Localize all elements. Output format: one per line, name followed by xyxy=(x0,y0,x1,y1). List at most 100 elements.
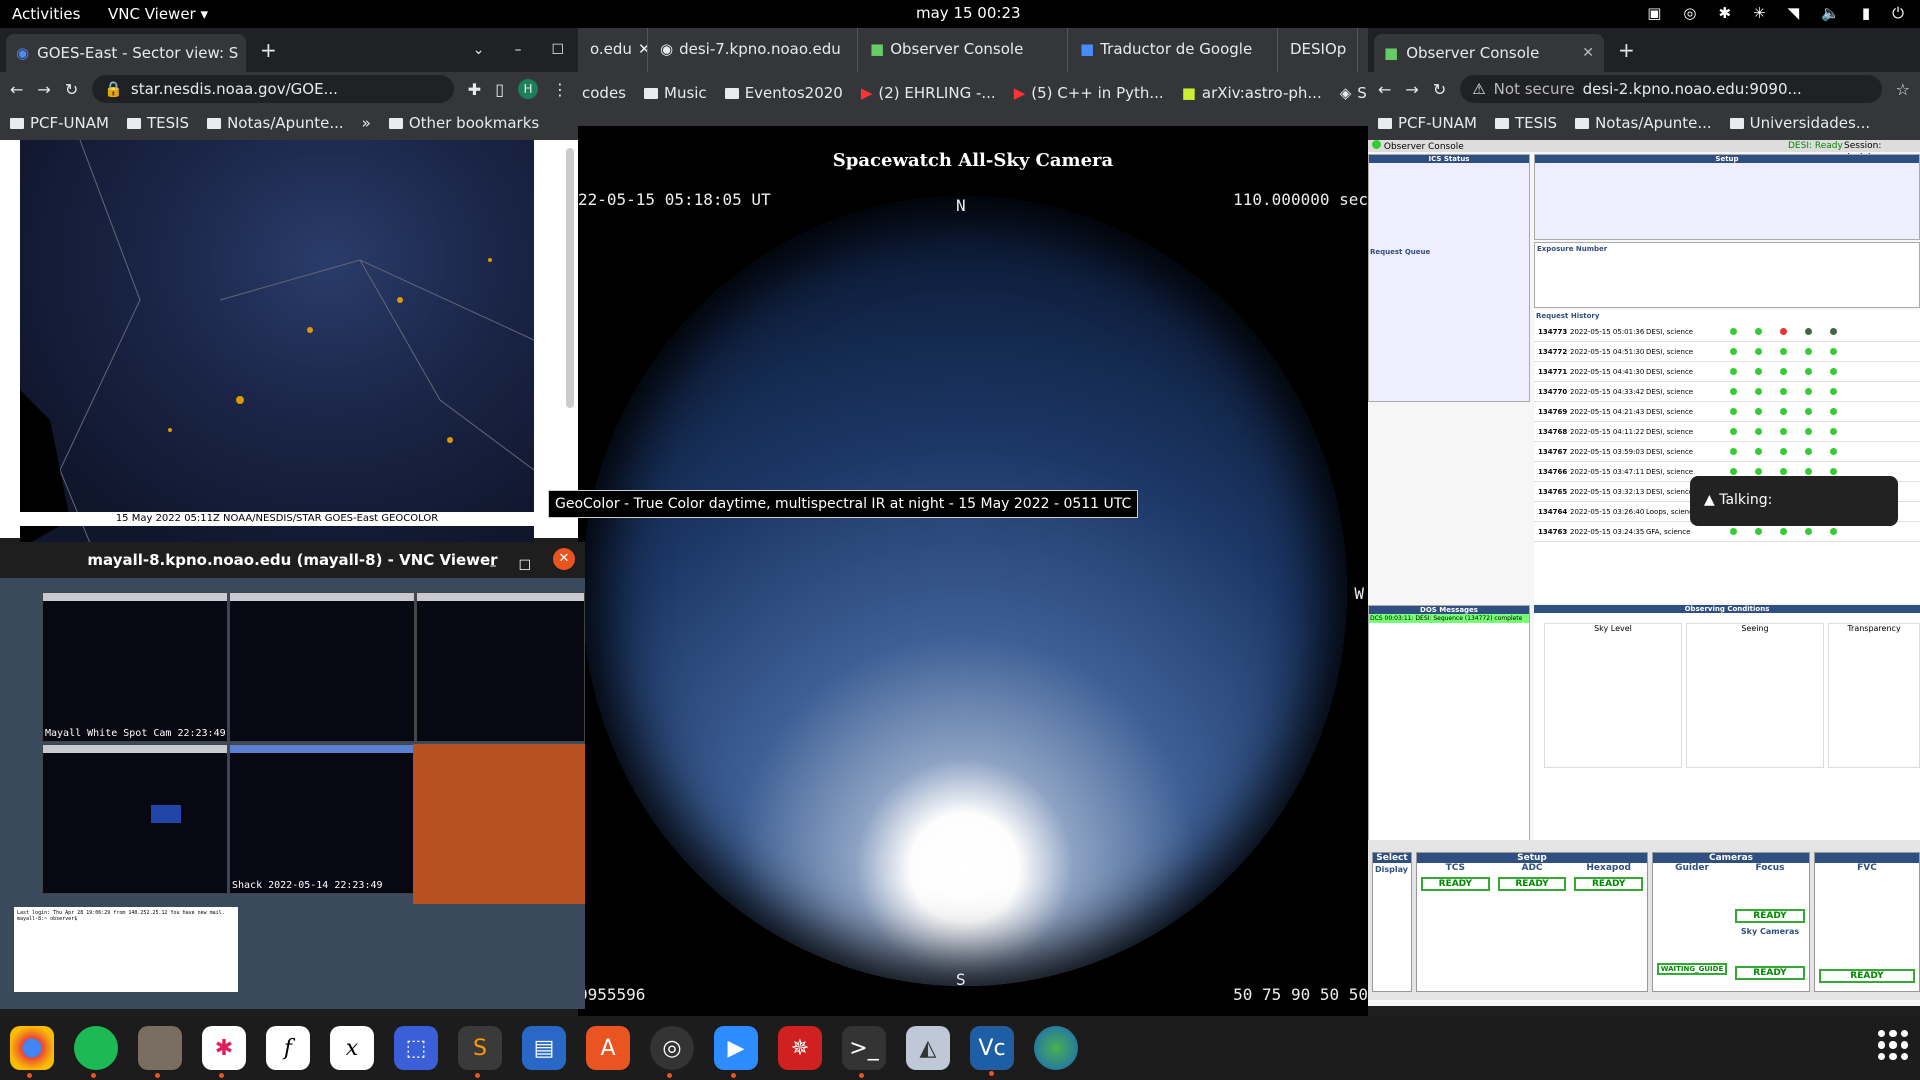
request-row[interactable]: 134768 2022-05-15 04:11:22 DESI, science xyxy=(1534,422,1920,442)
battery-icon[interactable]: ▮ xyxy=(1862,4,1870,22)
request-row[interactable]: 134773 2022-05-15 05:01:36 DESI, science xyxy=(1534,322,1920,342)
bookmark-tesis[interactable]: TESIS xyxy=(1494,114,1557,132)
vnc-window-controls: – ☐ ✕ xyxy=(489,548,575,584)
tab-observer-console[interactable]: ■ Observer Console xyxy=(858,28,1068,72)
request-row[interactable]: 134772 2022-05-15 04:51:30 DESI, science xyxy=(1534,342,1920,362)
setup-title: Setup xyxy=(1535,155,1919,163)
vnc-icon[interactable]: Vc xyxy=(970,1026,1014,1076)
chevron-right-icon[interactable]: » xyxy=(362,114,371,132)
forward-icon[interactable]: → xyxy=(1405,80,1418,99)
terminal-window[interactable]: Last login: Thu Apr 28 19:06:29 from 140… xyxy=(14,907,238,992)
activities-button[interactable]: Activities xyxy=(12,5,80,23)
bookmark-arxiv[interactable]: ■ arXiv:astro-ph... xyxy=(1182,84,1322,102)
tab-label: DESIOp xyxy=(1290,40,1347,58)
bookmark-ehrling[interactable]: ▶ (2) EHRLING -... xyxy=(861,84,996,102)
bookmark-notas[interactable]: Notas/Apunte... xyxy=(1575,114,1712,132)
folder-icon xyxy=(724,87,739,99)
menu-icon[interactable]: ⋮ xyxy=(552,80,568,99)
cam-2[interactable] xyxy=(229,592,415,742)
reload-icon[interactable]: ↻ xyxy=(1433,80,1446,99)
minimize-icon[interactable]: – xyxy=(489,548,496,584)
document-viewer-icon[interactable]: ▤ xyxy=(522,1026,566,1070)
chevron-down-icon[interactable]: ⌄ xyxy=(473,42,485,58)
request-row[interactable]: 134769 2022-05-15 04:21:43 DESI, science xyxy=(1534,402,1920,422)
sidebar-icon[interactable]: ▯ xyxy=(495,80,504,99)
reload-icon[interactable]: ↻ xyxy=(65,80,78,99)
bookmark-label: codes xyxy=(582,84,626,102)
tab-observer-console[interactable]: ■ Observer Console ✕ xyxy=(1374,34,1604,72)
globe-icon[interactable] xyxy=(1034,1026,1078,1070)
zoom-icon[interactable]: ▶ xyxy=(714,1026,758,1078)
cam-white-spot[interactable]: Mayall White Spot Cam 22:23:49 xyxy=(42,592,228,742)
files-icon[interactable] xyxy=(138,1026,182,1078)
url-field[interactable]: ⚠ Not secure desi-2.kpno.noao.edu:9090..… xyxy=(1460,75,1882,103)
close-icon[interactable]: ✕ xyxy=(553,548,575,570)
power-icon[interactable]: ⏻ xyxy=(1892,4,1904,22)
tab-goes[interactable]: ◉ GOES-East - Sector view: S ✕ xyxy=(6,34,246,72)
xournal-icon[interactable]: x xyxy=(330,1026,374,1070)
app-grid-icon[interactable] xyxy=(1878,1030,1908,1060)
select-title: Select xyxy=(1373,853,1411,863)
bookmark-tesis[interactable]: TESIS xyxy=(126,114,189,132)
zoom-tray-icon[interactable]: ▣ xyxy=(1647,4,1661,22)
scrollbar[interactable] xyxy=(566,148,574,408)
star-icon[interactable]: ☆ xyxy=(1896,80,1910,99)
app-menu[interactable]: VNC Viewer ▾ xyxy=(108,5,208,23)
bookmark-label: (2) EHRLING -... xyxy=(878,84,996,102)
tab-desi-7[interactable]: ◉ desi-7.kpno.noao.edu xyxy=(648,28,858,72)
bookmark-universidades[interactable]: Universidades... xyxy=(1729,114,1870,132)
font-viewer-icon[interactable]: f xyxy=(266,1026,310,1070)
tab-edu[interactable]: o.edu ✕ xyxy=(578,28,648,72)
cam-3[interactable] xyxy=(416,592,585,742)
new-tab-button[interactable]: + xyxy=(260,38,277,62)
screenshot-icon[interactable]: ⬚ xyxy=(394,1026,438,1070)
wifi-icon[interactable]: ◥ xyxy=(1788,4,1800,22)
chrome-icon[interactable] xyxy=(10,1026,54,1078)
close-icon[interactable]: ✕ xyxy=(1582,45,1594,61)
back-icon[interactable]: ← xyxy=(1378,80,1391,99)
bookmark-eventos[interactable]: Eventos2020 xyxy=(724,84,843,102)
minimize-icon[interactable]: – xyxy=(514,42,521,58)
url-field[interactable]: 🔒 star.nesdis.noaa.gov/GOE... xyxy=(92,75,454,103)
bookmark-other[interactable]: Other bookmarks xyxy=(388,114,539,132)
tab-translate[interactable]: ■ Traductor de Google xyxy=(1068,28,1278,72)
profile-avatar[interactable]: H xyxy=(518,79,538,99)
sublime-icon[interactable]: S xyxy=(458,1026,502,1078)
maximize-icon[interactable]: ☐ xyxy=(551,42,564,58)
forward-icon[interactable]: → xyxy=(37,80,50,99)
request-id: 134772 xyxy=(1538,347,1568,356)
request-row[interactable]: 134767 2022-05-15 03:59:03 DESI, science xyxy=(1534,442,1920,462)
spotify-icon[interactable] xyxy=(74,1026,118,1078)
bookmark-music[interactable]: Music xyxy=(644,84,707,102)
clock[interactable]: may 15 00:23 xyxy=(916,4,1021,22)
bookmark-pcf[interactable]: PCF-UNAM xyxy=(1378,114,1477,132)
system-tray[interactable]: ▣ ◎ ✱ ✳ ◥ 🔈 ▮ ⏻ xyxy=(1647,4,1904,22)
extension-icon[interactable]: ✚ xyxy=(468,80,481,99)
obs-tray-icon[interactable]: ◎ xyxy=(1683,4,1696,22)
bookmark-pcf[interactable]: PCF-UNAM xyxy=(10,114,109,132)
slack-tray-icon[interactable]: ✳ xyxy=(1753,4,1766,22)
bookmark-notas[interactable]: Notas/Apunte... xyxy=(207,114,344,132)
bookmark-cpp[interactable]: ▶ (5) C++ in Pyth... xyxy=(1014,84,1164,102)
request-row[interactable]: 134770 2022-05-15 04:33:42 DESI, science xyxy=(1534,382,1920,402)
maximize-icon[interactable]: ☐ xyxy=(518,548,531,584)
hex-tray-icon[interactable]: ✱ xyxy=(1718,4,1731,22)
close-icon[interactable]: ✕ xyxy=(638,40,647,72)
hex-icon[interactable]: ✵ xyxy=(778,1026,822,1070)
cam-shack[interactable]: Shack 2022-05-14 22:23:49 xyxy=(229,744,415,894)
vnc-titlebar[interactable]: mayall-8.kpno.noao.edu (mayall-8) - VNC … xyxy=(0,542,585,578)
status-dot xyxy=(1830,388,1837,395)
volume-icon[interactable]: 🔈 xyxy=(1821,4,1840,22)
bookmark-codes[interactable]: codes xyxy=(582,84,626,102)
request-row[interactable]: 134771 2022-05-15 04:41:30 DESI, science xyxy=(1534,362,1920,382)
slack-icon[interactable]: ✱ xyxy=(202,1026,246,1078)
software-center-icon[interactable]: A xyxy=(586,1026,630,1070)
obs-icon[interactable]: ◎ xyxy=(650,1026,694,1078)
back-icon[interactable]: ← xyxy=(10,80,23,99)
preview-icon[interactable]: ◭ xyxy=(906,1026,950,1070)
tab-desiop[interactable]: DESIOp xyxy=(1278,28,1358,72)
cam-4[interactable] xyxy=(42,744,228,894)
new-tab-button[interactable]: + xyxy=(1618,38,1635,62)
folder-icon xyxy=(388,117,403,129)
terminal-icon[interactable]: >_ xyxy=(842,1026,886,1078)
